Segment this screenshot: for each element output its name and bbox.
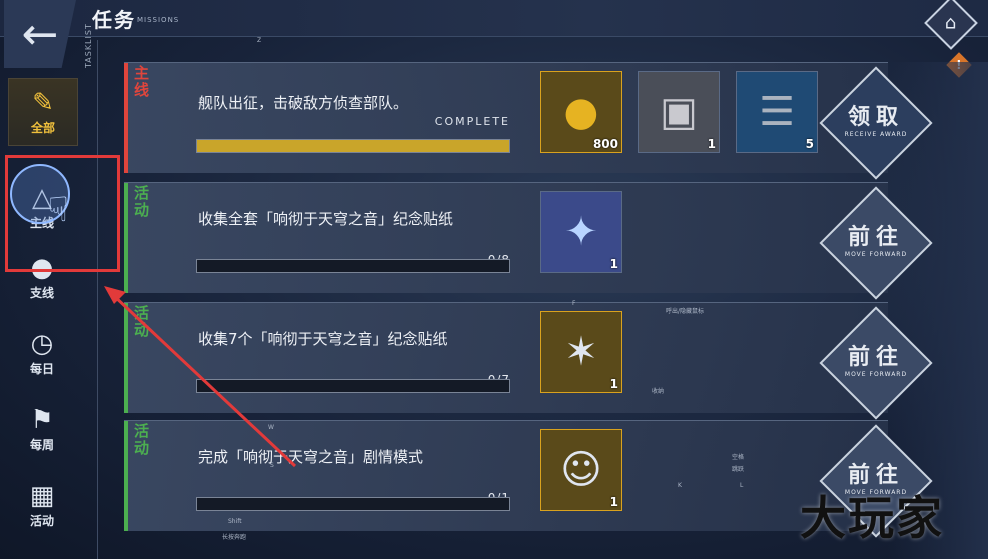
arrow-line bbox=[110, 292, 297, 468]
tutorial-arrow bbox=[104, 286, 297, 468]
arrow-head bbox=[104, 286, 126, 304]
watermark: 大玩家 bbox=[800, 491, 944, 545]
